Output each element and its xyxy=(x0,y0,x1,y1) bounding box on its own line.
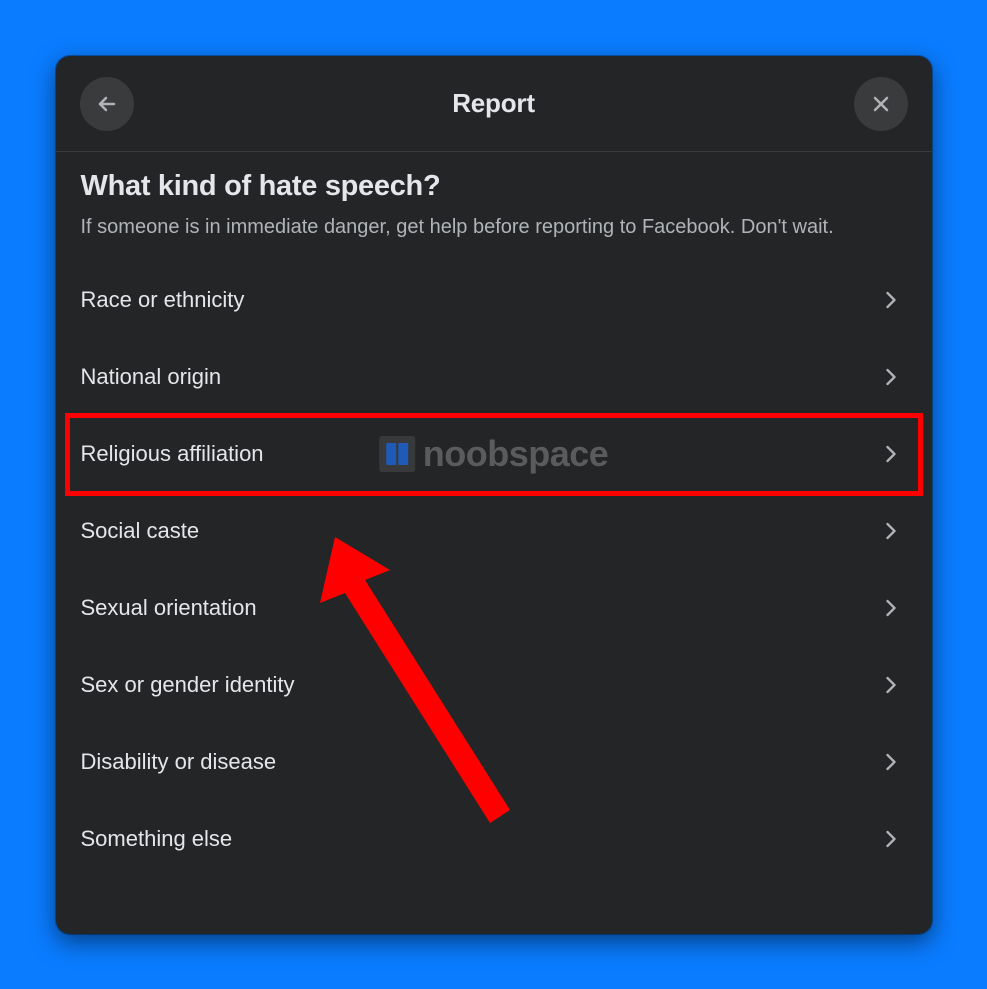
question-heading: What kind of hate speech? xyxy=(81,170,907,203)
watermark: noobspace xyxy=(379,433,609,475)
dialog-body: What kind of hate speech? If someone is … xyxy=(56,152,932,888)
watermark-logo-icon xyxy=(379,436,415,472)
option-sex-gender-identity[interactable]: Sex or gender identity xyxy=(68,647,920,724)
option-religious-affiliation[interactable]: Religious affiliation noobspace xyxy=(68,416,920,493)
option-label: National origin xyxy=(81,364,222,390)
close-icon xyxy=(869,92,893,116)
close-button[interactable] xyxy=(854,77,908,131)
option-something-else[interactable]: Something else xyxy=(68,801,920,878)
chevron-right-icon xyxy=(877,363,905,391)
option-label: Disability or disease xyxy=(81,749,277,775)
option-label: Sex or gender identity xyxy=(81,672,295,698)
option-sexual-orientation[interactable]: Sexual orientation xyxy=(68,570,920,647)
report-dialog: Report What kind of hate speech? If some… xyxy=(56,56,932,934)
chevron-right-icon xyxy=(877,748,905,776)
option-race-ethnicity[interactable]: Race or ethnicity xyxy=(68,262,920,339)
back-button[interactable] xyxy=(80,77,134,131)
chevron-right-icon xyxy=(877,594,905,622)
option-label: Sexual orientation xyxy=(81,595,257,621)
subtext: If someone is in immediate danger, get h… xyxy=(81,213,907,242)
chevron-right-icon xyxy=(877,517,905,545)
option-social-caste[interactable]: Social caste xyxy=(68,493,920,570)
option-label: Religious affiliation xyxy=(81,441,264,467)
option-national-origin[interactable]: National origin xyxy=(68,339,920,416)
dialog-title: Report xyxy=(452,88,535,119)
dialog-header: Report xyxy=(56,56,932,152)
options-list: Race or ethnicity National origin Religi… xyxy=(68,262,920,878)
option-label: Something else xyxy=(81,826,233,852)
option-label: Race or ethnicity xyxy=(81,287,245,313)
arrow-left-icon xyxy=(95,92,119,116)
chevron-right-icon xyxy=(877,825,905,853)
option-label: Social caste xyxy=(81,518,200,544)
option-disability-disease[interactable]: Disability or disease xyxy=(68,724,920,801)
chevron-right-icon xyxy=(877,440,905,468)
watermark-text: noobspace xyxy=(423,433,609,475)
chevron-right-icon xyxy=(877,286,905,314)
chevron-right-icon xyxy=(877,671,905,699)
